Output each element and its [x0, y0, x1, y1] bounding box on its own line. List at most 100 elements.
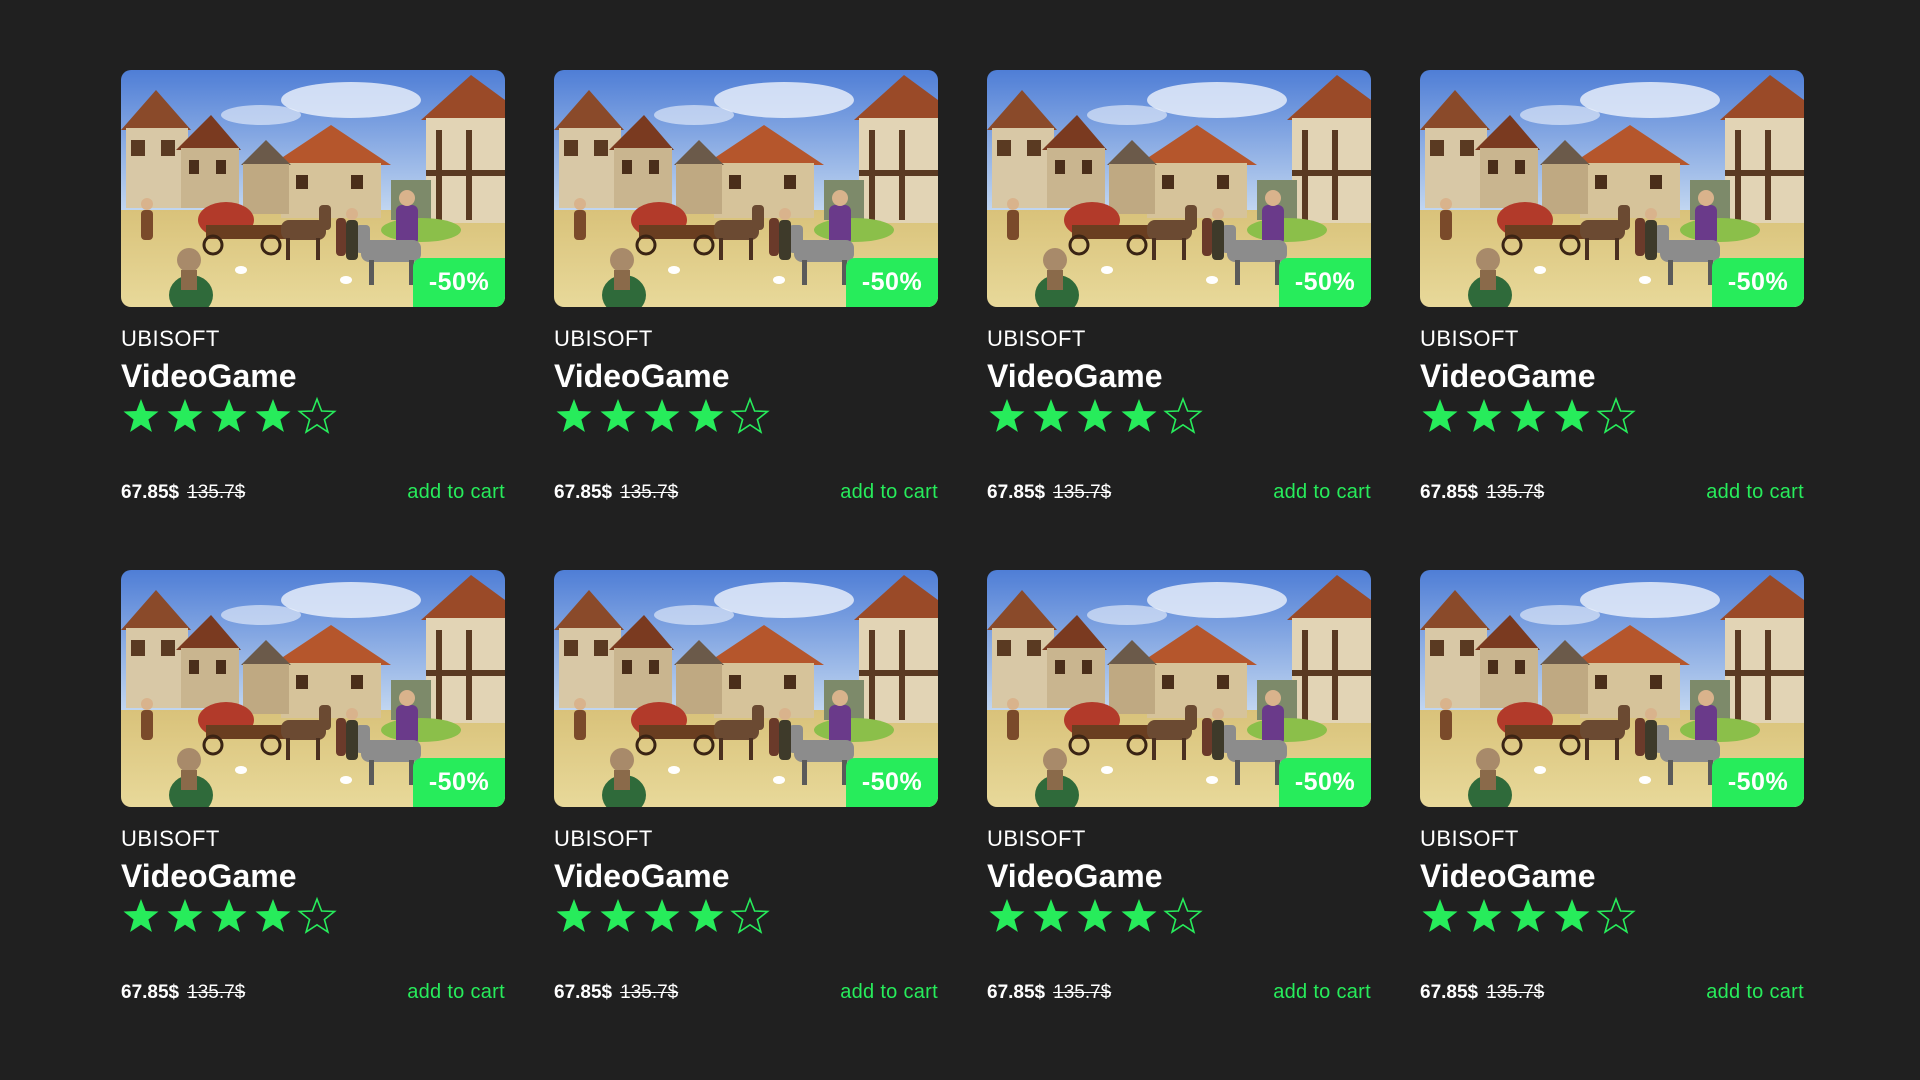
- chicken: [773, 276, 785, 284]
- cloud: [281, 582, 421, 618]
- villager: [769, 718, 779, 756]
- villager: [1212, 220, 1224, 260]
- house: [1488, 660, 1498, 674]
- product-card[interactable]: -50% UBISOFT VideoGame 67.85$ 135.7$ add…: [121, 70, 505, 520]
- grass: [381, 218, 461, 242]
- original-price: 135.7$: [620, 481, 679, 503]
- knight: [829, 205, 851, 245]
- cloud: [221, 105, 301, 125]
- knight-horse: [1655, 725, 1669, 753]
- house: [181, 148, 239, 208]
- house: [1542, 164, 1588, 214]
- product-image[interactable]: -50%: [1420, 70, 1804, 307]
- house: [351, 175, 363, 189]
- cloud: [1520, 105, 1600, 125]
- horse: [1615, 238, 1619, 260]
- knight: [1698, 690, 1714, 706]
- chicken: [340, 276, 352, 284]
- product-image[interactable]: -50%: [987, 70, 1371, 307]
- product-title[interactable]: VideoGame: [121, 358, 296, 395]
- product-card[interactable]: -50% UBISOFT VideoGame 67.85$ 135.7$ add…: [554, 570, 938, 1020]
- add-to-cart-button[interactable]: add to cart: [840, 981, 938, 1004]
- current-price: 67.85$: [121, 981, 180, 1003]
- product-title[interactable]: VideoGame: [1420, 858, 1595, 895]
- knight: [1262, 205, 1284, 245]
- star-rating: [121, 896, 337, 936]
- cloud: [1580, 582, 1720, 618]
- knight-horse: [802, 760, 807, 785]
- star-filled-icon: [167, 899, 203, 932]
- product-title[interactable]: VideoGame: [554, 358, 729, 395]
- house: [614, 148, 672, 208]
- foreground-character: [1476, 248, 1500, 272]
- knight-horse: [369, 260, 374, 285]
- price-row: 67.85$ 135.7$ add to cart: [554, 981, 938, 1004]
- product-title[interactable]: VideoGame: [1420, 358, 1595, 395]
- star-filled-icon: [989, 899, 1025, 932]
- product-card[interactable]: -50% UBISOFT VideoGame 67.85$ 135.7$ add…: [554, 70, 938, 520]
- add-to-cart-button[interactable]: add to cart: [840, 481, 938, 504]
- cloud: [1087, 605, 1167, 625]
- star-outline-icon: [1596, 396, 1636, 434]
- product-image[interactable]: -50%: [121, 70, 505, 307]
- house: [1027, 640, 1041, 656]
- star-filled-icon: [1121, 899, 1157, 932]
- house: [1650, 175, 1662, 189]
- star-outline-icon: [1163, 396, 1203, 434]
- product-title[interactable]: VideoGame: [987, 358, 1162, 395]
- product-card[interactable]: -50% UBISOFT VideoGame 67.85$ 135.7$ add…: [987, 570, 1371, 1020]
- product-image[interactable]: -50%: [554, 570, 938, 807]
- house: [1725, 170, 1804, 176]
- villager: [1645, 208, 1657, 220]
- villager: [1202, 718, 1212, 756]
- publisher-label: UBISOFT: [121, 826, 220, 851]
- chicken: [235, 266, 247, 274]
- foreground-character: [177, 248, 201, 272]
- add-to-cart-button[interactable]: add to cart: [1273, 981, 1371, 1004]
- house: [296, 175, 308, 189]
- star-filled-icon: [1466, 899, 1502, 932]
- product-card[interactable]: -50% UBISOFT VideoGame 67.85$ 135.7$ add…: [987, 70, 1371, 520]
- house: [1109, 664, 1155, 714]
- villager: [346, 220, 358, 260]
- star-filled-icon: [600, 399, 636, 432]
- product-image[interactable]: -50%: [554, 70, 938, 307]
- star-filled-icon: [1077, 899, 1113, 932]
- add-to-cart-button[interactable]: add to cart: [407, 481, 505, 504]
- add-to-cart-button[interactable]: add to cart: [1706, 981, 1804, 1004]
- product-image[interactable]: -50%: [987, 570, 1371, 807]
- add-to-cart-button[interactable]: add to cart: [1273, 481, 1371, 504]
- knight: [399, 690, 415, 706]
- horse: [749, 738, 753, 760]
- product-title[interactable]: VideoGame: [554, 858, 729, 895]
- add-to-cart-button[interactable]: add to cart: [1706, 481, 1804, 504]
- villager: [346, 208, 358, 220]
- villager: [1007, 198, 1019, 210]
- product-image[interactable]: -50%: [1420, 570, 1804, 807]
- product-image[interactable]: -50%: [121, 570, 505, 807]
- product-title[interactable]: VideoGame: [987, 858, 1162, 895]
- product-card[interactable]: -50% UBISOFT VideoGame 67.85$ 135.7$ add…: [1420, 70, 1804, 520]
- horse: [1585, 238, 1589, 260]
- chicken: [668, 266, 680, 274]
- house: [614, 648, 672, 708]
- house: [1430, 140, 1444, 156]
- villager: [574, 210, 586, 240]
- add-to-cart-button[interactable]: add to cart: [407, 981, 505, 1004]
- knight: [399, 190, 415, 206]
- house: [1480, 648, 1538, 708]
- house: [1109, 164, 1155, 214]
- star-filled-icon: [167, 399, 203, 432]
- horse: [752, 705, 764, 730]
- knight: [829, 705, 851, 745]
- product-card[interactable]: -50% UBISOFT VideoGame 67.85$ 135.7$ add…: [1420, 570, 1804, 1020]
- house: [189, 160, 199, 174]
- villager: [1645, 220, 1657, 260]
- star-filled-icon: [211, 899, 247, 932]
- house: [1430, 640, 1444, 656]
- product-title[interactable]: VideoGame: [121, 858, 296, 895]
- original-price: 135.7$: [1486, 981, 1545, 1003]
- house: [1292, 170, 1371, 176]
- product-card[interactable]: -50% UBISOFT VideoGame 67.85$ 135.7$ add…: [121, 570, 505, 1020]
- chicken: [1639, 776, 1651, 784]
